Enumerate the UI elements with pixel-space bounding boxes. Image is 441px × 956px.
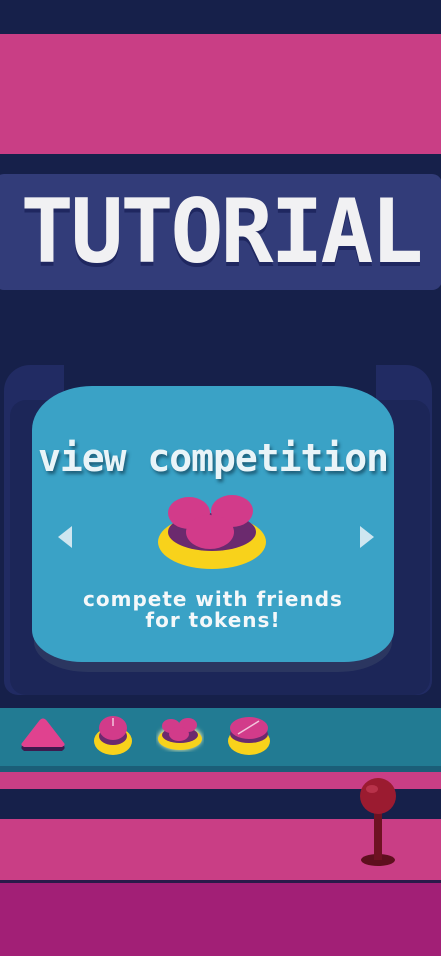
page-title: TUTORIAL (20, 180, 424, 283)
joystick-icon[interactable] (356, 776, 400, 868)
feature-description-line2: for tokens! (145, 608, 281, 632)
right-arrow-icon[interactable] (358, 524, 376, 550)
feature-title: view competition (37, 436, 389, 480)
cabinet-base-footer (0, 883, 441, 956)
competition-arcade-buttons-icon (158, 495, 266, 569)
left-arrow-icon[interactable] (56, 524, 74, 550)
slashed-arcade-button-icon[interactable] (226, 712, 272, 756)
feature-description-line1: compete with friends (83, 587, 343, 611)
triple-arcade-buttons-icon[interactable] (156, 714, 204, 752)
pink-yellow-arcade-button-icon[interactable] (92, 712, 134, 756)
pink-triangle-button-icon[interactable] (18, 716, 68, 756)
marquee-band (0, 34, 441, 154)
